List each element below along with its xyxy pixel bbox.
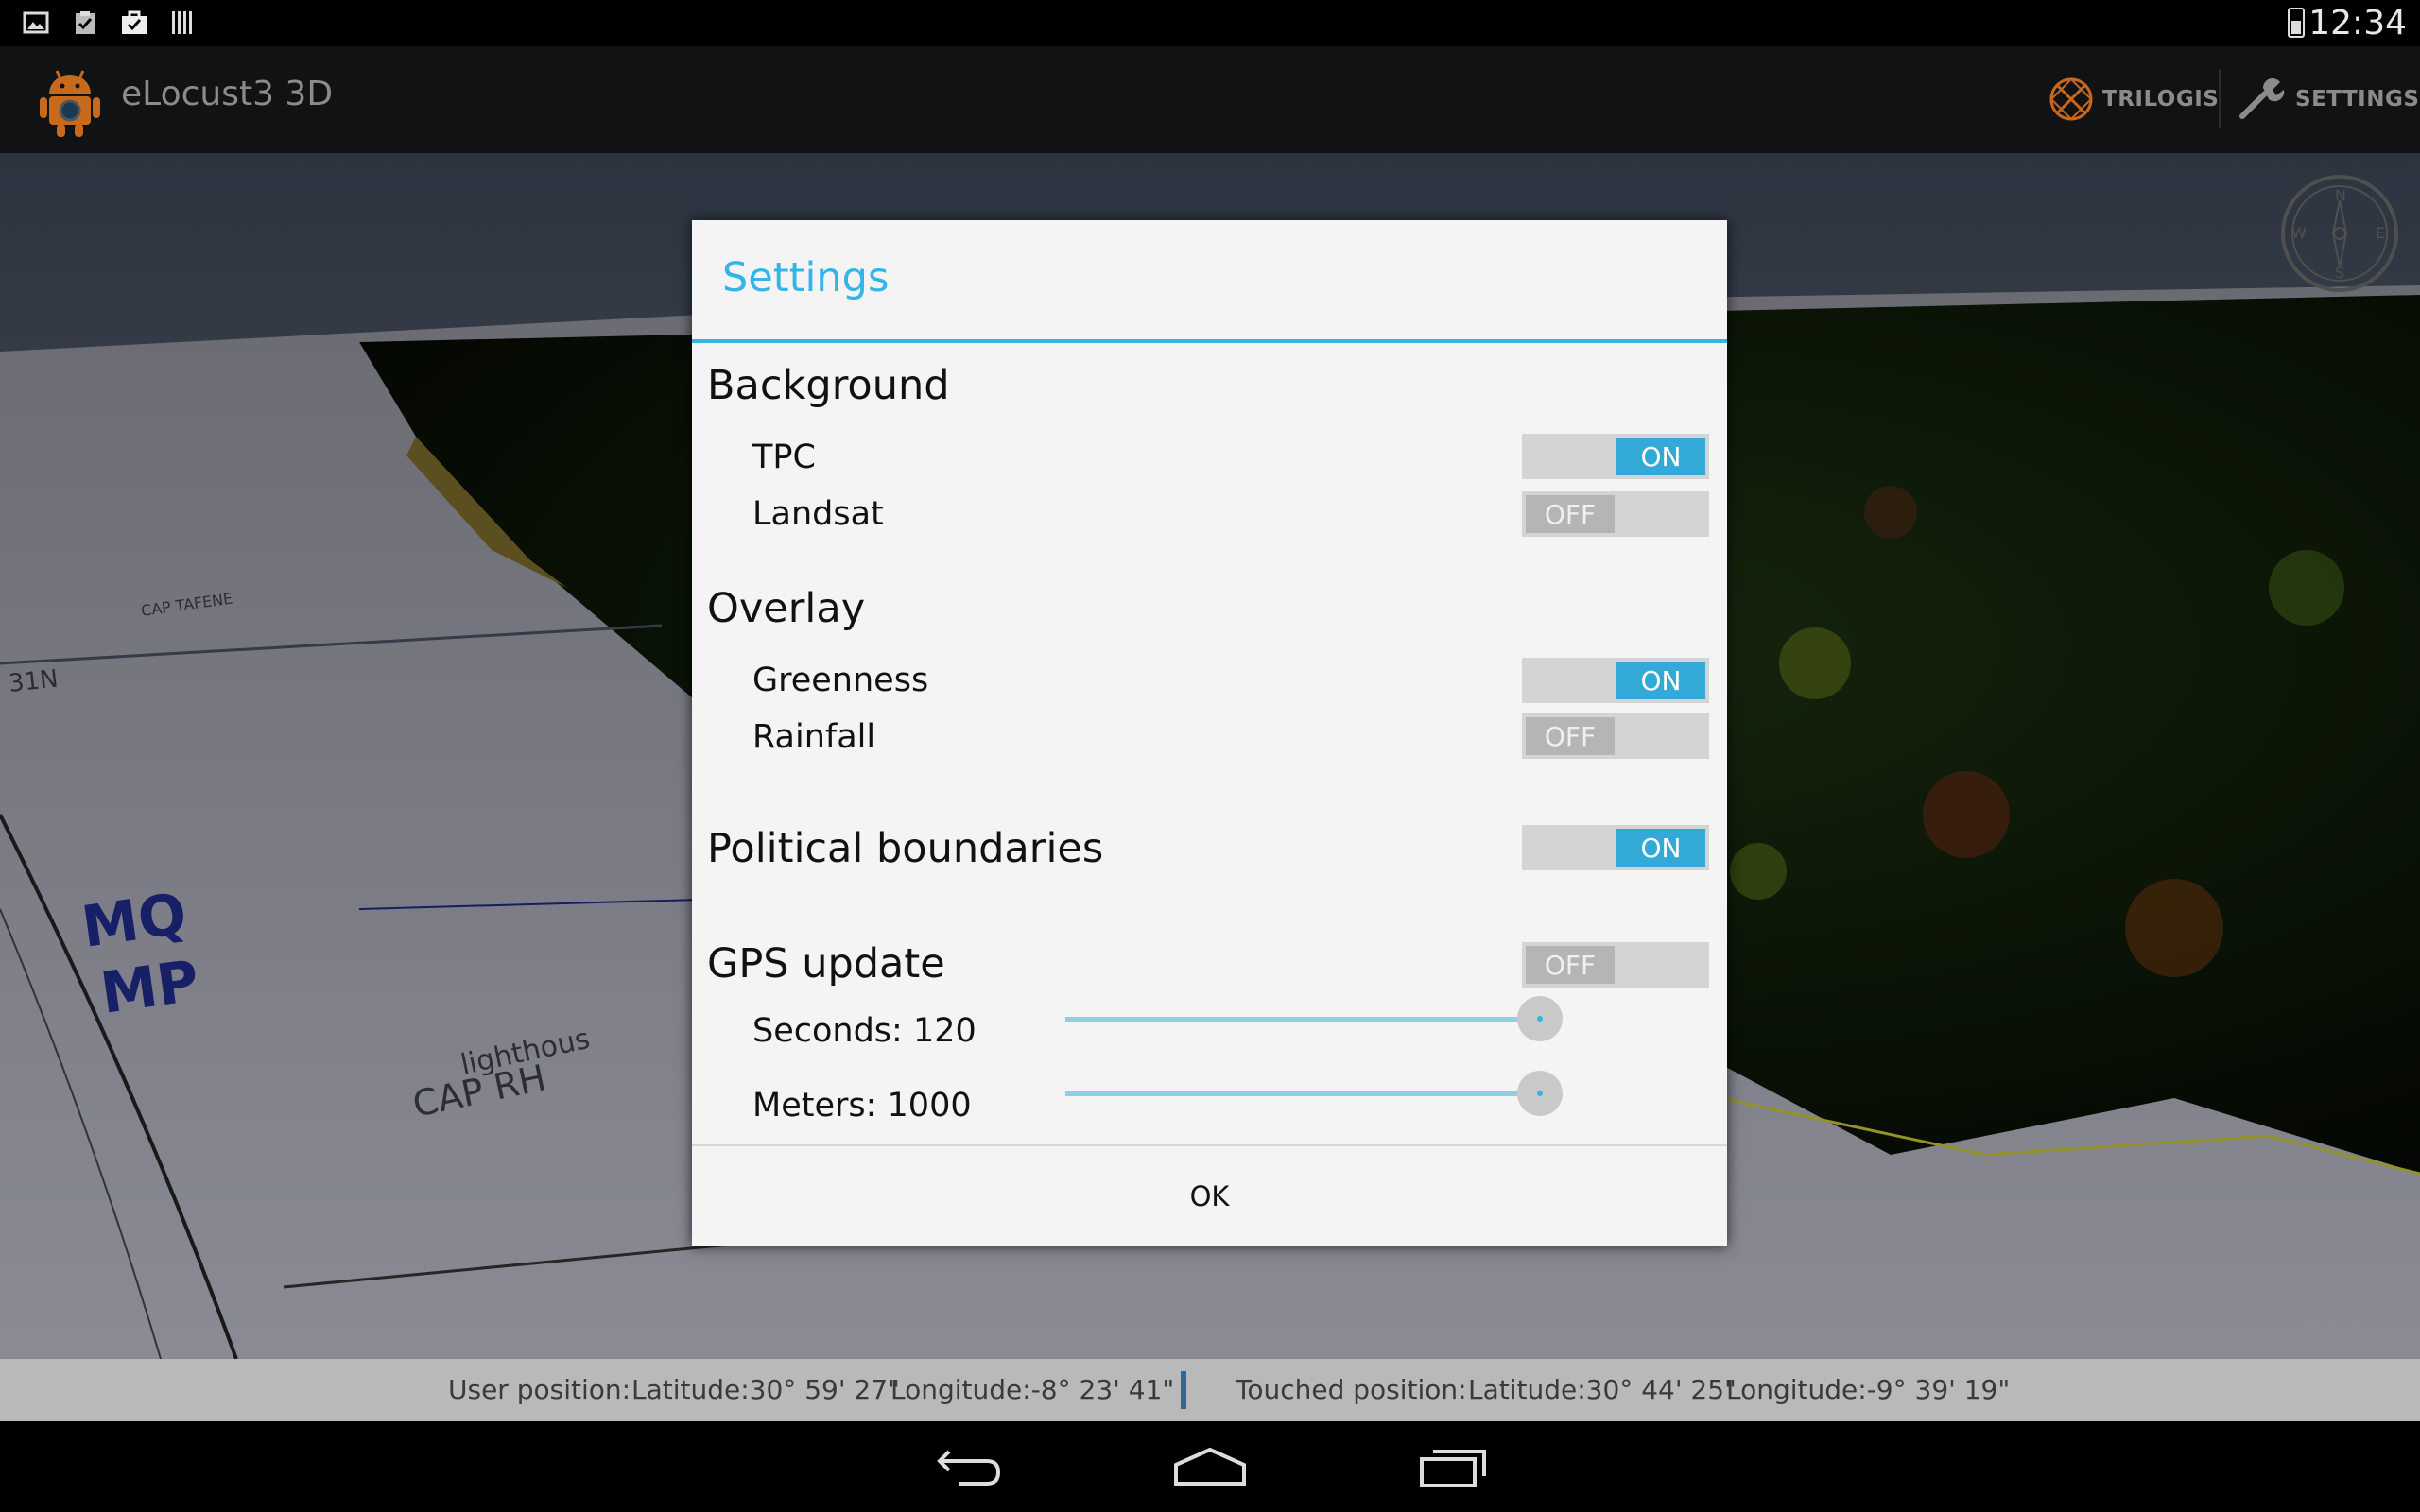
greenness-toggle-state: ON [1616, 662, 1705, 699]
meters-slider-track [1065, 1091, 1549, 1096]
landsat-label: Landsat [752, 495, 884, 533]
clipboard-check-icon [76, 11, 95, 34]
overlay-heading: Overlay [707, 585, 866, 632]
battery-icon [2288, 8, 2305, 38]
clock: 12:34 [2308, 4, 2407, 43]
touched-latitude: Latitude:30° 44' 25" [1468, 1374, 1737, 1405]
touched-longitude: Longitude:-9° 39' 19" [1726, 1374, 2011, 1405]
settings-dialog: Settings Background TPC ON Landsat OFF O… [692, 220, 1727, 1246]
dialog-title: Settings [722, 254, 890, 301]
user-longitude: Longitude:-8° 23' 41" [890, 1374, 1175, 1405]
seconds-slider-track [1065, 1017, 1549, 1022]
gps-update-label: GPS update [707, 940, 945, 988]
position-info-bar: User position: Latitude:30° 59' 27" Long… [0, 1359, 2420, 1421]
landsat-toggle[interactable]: OFF [1522, 491, 1709, 537]
barcode-icon [172, 11, 192, 34]
briefcase-check-icon [122, 10, 147, 34]
back-icon[interactable] [921, 1438, 1015, 1495]
greenness-label: Greenness [752, 662, 929, 699]
settings-label: SETTINGS [2295, 87, 2420, 112]
action-bar: eLocust3 3D TRILOGIS SETTINGS [0, 46, 2420, 153]
settings-button[interactable]: SETTINGS [2238, 71, 2419, 128]
gps-update-toggle[interactable]: OFF [1522, 942, 1709, 988]
status-bar: 12:34 [0, 0, 2420, 46]
trilogis-label: TRILOGIS [2102, 87, 2220, 112]
tpc-toggle-state: ON [1616, 438, 1705, 475]
action-divider [2219, 69, 2221, 128]
seconds-label: Seconds: 120 [752, 1012, 977, 1050]
wrench-icon [2239, 78, 2285, 119]
background-heading: Background [707, 362, 950, 409]
rainfall-label: Rainfall [752, 718, 876, 756]
trilogis-button[interactable]: TRILOGIS [2048, 71, 2219, 128]
rainfall-toggle-state: OFF [1526, 717, 1615, 755]
trilogis-icon [2049, 77, 2093, 121]
image-icon [23, 11, 49, 34]
landsat-toggle-state: OFF [1526, 495, 1615, 533]
app-title: eLocust3 3D [121, 75, 334, 113]
meters-label: Meters: 1000 [752, 1087, 972, 1125]
political-boundaries-label: Political boundaries [707, 825, 1104, 872]
navigation-bar [0, 1421, 2420, 1512]
dialog-title-divider [692, 339, 1727, 343]
tpc-toggle[interactable]: ON [1522, 434, 1709, 479]
tpc-label: TPC [752, 438, 816, 476]
rainfall-toggle[interactable]: OFF [1522, 713, 1709, 759]
gps-update-toggle-state: OFF [1526, 946, 1615, 984]
ok-button[interactable]: OK [692, 1146, 1727, 1246]
meters-slider[interactable] [1065, 1065, 1566, 1122]
political-boundaries-toggle[interactable]: ON [1522, 825, 1709, 870]
seconds-slider-thumb[interactable] [1516, 996, 1563, 1041]
info-separator [1181, 1371, 1186, 1409]
home-icon[interactable] [1163, 1438, 1257, 1495]
recent-apps-icon[interactable] [1405, 1438, 1499, 1495]
political-boundaries-toggle-state: ON [1616, 829, 1705, 867]
user-latitude: Latitude:30° 59' 27" [631, 1374, 900, 1405]
meters-slider-thumb[interactable] [1516, 1071, 1563, 1116]
touched-position-label: Touched position: [1236, 1374, 1467, 1405]
app-icon[interactable] [36, 65, 104, 139]
greenness-toggle[interactable]: ON [1522, 658, 1709, 703]
seconds-slider[interactable] [1065, 990, 1566, 1047]
user-position-label: User position: [448, 1374, 631, 1405]
